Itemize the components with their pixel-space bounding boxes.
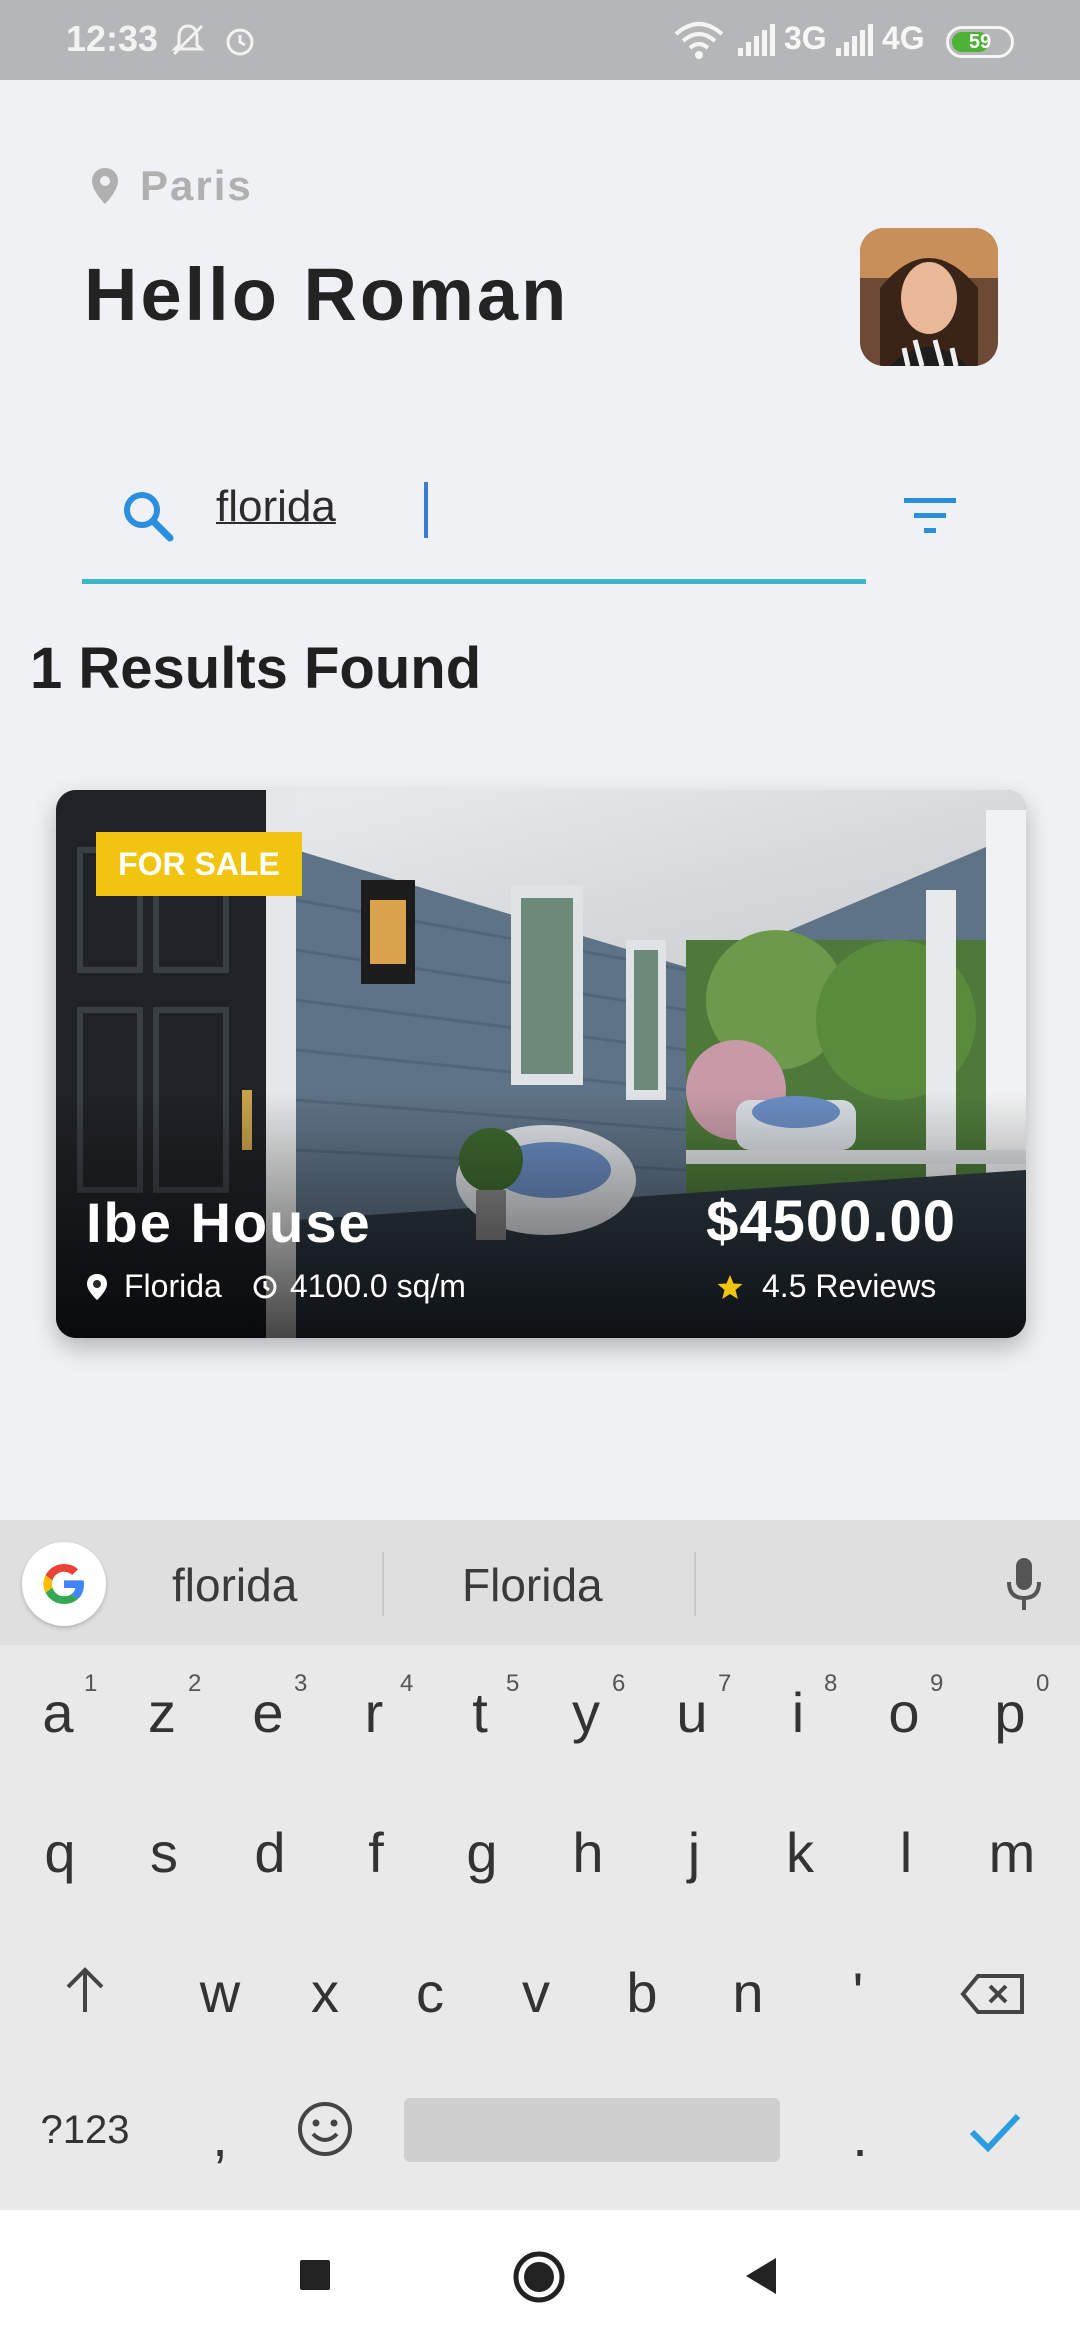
key-number-hint: 9 <box>930 1670 944 1697</box>
key-number-hint: 3 <box>294 1670 308 1697</box>
key-apostrophe[interactable]: ' <box>818 1960 898 2025</box>
key-f[interactable]: f <box>336 1820 416 1885</box>
search-bar[interactable]: florida <box>82 460 866 584</box>
key-number-hint: 5 <box>506 1670 520 1697</box>
key-q[interactable]: q <box>20 1820 100 1885</box>
property-location: Florida <box>124 1268 222 1304</box>
key-b[interactable]: b <box>602 1960 682 2025</box>
google-icon[interactable] <box>22 1542 106 1626</box>
property-area: 4100.0 sq/m <box>289 1268 466 1304</box>
signal-icon <box>836 24 873 56</box>
key-number-hint: 4 <box>400 1670 414 1697</box>
key-n[interactable]: n <box>708 1960 788 2025</box>
checkmark-icon[interactable] <box>968 2110 1022 2154</box>
key-number-hint: 8 <box>824 1670 838 1697</box>
key-v[interactable]: v <box>496 1960 576 2025</box>
location-pin-icon <box>87 1273 107 1300</box>
filter-icon[interactable] <box>902 496 958 536</box>
home-icon[interactable] <box>512 2250 566 2304</box>
space-bar[interactable] <box>404 2098 780 2162</box>
key-x[interactable]: x <box>285 1960 365 2025</box>
key-g[interactable]: g <box>442 1820 522 1885</box>
key-number-hint: 7 <box>718 1670 732 1697</box>
comma-key[interactable]: , <box>180 2104 260 2169</box>
property-rating: 4.5 Reviews <box>716 1268 936 1305</box>
mic-icon[interactable] <box>1004 1556 1044 1612</box>
period-key[interactable]: . <box>820 2104 900 2169</box>
symbols-key[interactable]: ?123 <box>40 2108 130 2153</box>
battery-icon: 59 <box>946 26 1014 58</box>
clock-icon <box>253 1275 277 1298</box>
key-number-hint: 0 <box>1036 1670 1050 1697</box>
key-number-hint: 2 <box>188 1670 202 1697</box>
key-k[interactable]: k <box>760 1820 840 1885</box>
property-reviews: 4.5 Reviews <box>762 1268 937 1304</box>
property-price: $4500.00 <box>706 1189 956 1254</box>
star-icon <box>717 1274 743 1299</box>
signal-icon <box>738 24 775 56</box>
back-icon[interactable] <box>742 2256 780 2296</box>
suggestion-bar: florida Florida <box>0 1520 1080 1645</box>
key-w[interactable]: w <box>180 1960 260 2025</box>
alarm-icon <box>226 28 254 56</box>
avatar[interactable] <box>860 228 998 366</box>
greeting: Hello Roman <box>84 253 570 336</box>
property-meta: Florida 4100.0 sq/m <box>86 1268 466 1305</box>
key-j[interactable]: j <box>654 1820 734 1885</box>
network-4g-label: 4G <box>882 20 925 56</box>
key-h[interactable]: h <box>548 1820 628 1885</box>
text-caret <box>424 482 428 538</box>
key-d[interactable]: d <box>230 1820 310 1885</box>
key-s[interactable]: s <box>124 1820 204 1885</box>
location-label: Paris <box>140 162 253 209</box>
shift-icon[interactable] <box>60 1966 110 2016</box>
status-bar: 12:33 3G 4G 59 <box>0 0 1080 80</box>
property-card[interactable]: FOR SALE Ibe House $4500.00 Florida 4100… <box>56 790 1026 1338</box>
suggestion-1[interactable]: florida <box>172 1558 297 1612</box>
search-input[interactable]: florida <box>216 482 336 532</box>
keyboard: florida Florida a1z2e3r4t5y6u7i8o9p0 qsd… <box>0 1520 1080 2210</box>
property-title: Ibe House <box>86 1191 372 1254</box>
key-c[interactable]: c <box>390 1960 470 2025</box>
mute-icon <box>171 24 205 56</box>
location-pin-icon <box>92 168 118 204</box>
suggestion-2[interactable]: Florida <box>462 1558 603 1612</box>
key-m[interactable]: m <box>972 1820 1052 1885</box>
recents-icon[interactable] <box>298 2258 332 2292</box>
emoji-icon[interactable] <box>296 2100 354 2158</box>
search-underline <box>82 579 866 584</box>
key-number-hint: 6 <box>612 1670 626 1697</box>
search-icon <box>124 492 174 542</box>
location: Paris <box>90 162 253 210</box>
wifi-icon <box>674 22 724 59</box>
backspace-icon[interactable] <box>960 1972 1026 2016</box>
key-l[interactable]: l <box>866 1820 946 1885</box>
for-sale-badge: FOR SALE <box>96 832 302 896</box>
key-number-hint: 1 <box>84 1670 98 1697</box>
status-time: 12:33 <box>66 18 159 59</box>
network-3g-label: 3G <box>784 20 827 56</box>
navigation-bar <box>0 2210 1080 2340</box>
results-count: 1 Results Found <box>30 636 482 701</box>
battery-level: 59 <box>968 31 992 53</box>
